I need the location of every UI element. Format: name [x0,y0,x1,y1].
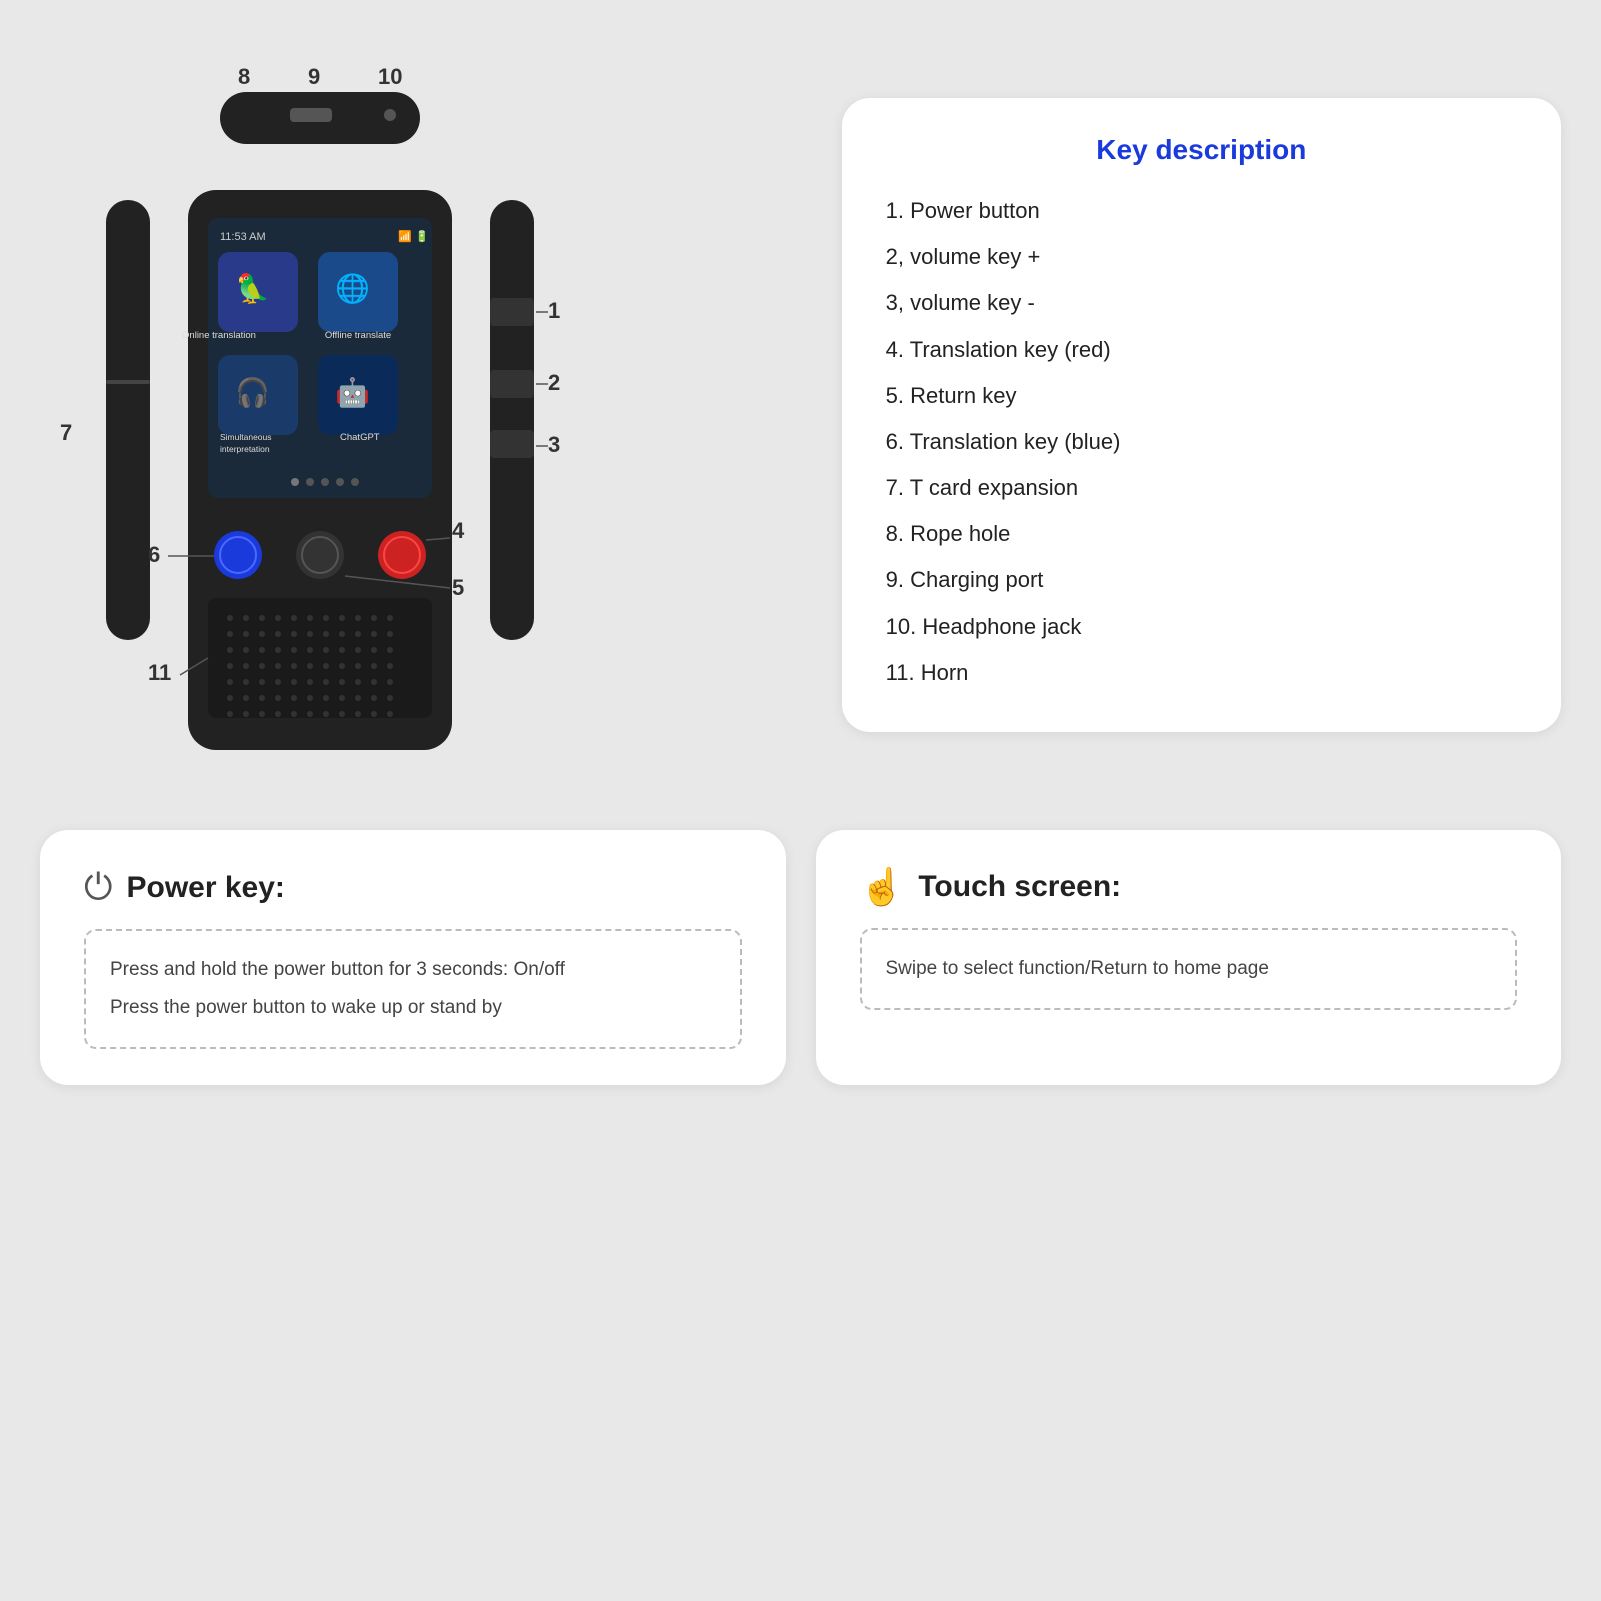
status-battery: 🔋 [415,230,429,243]
bottom-section: ⏻ Power key: Press and hold the power bu… [40,830,1561,1085]
label-4-text: 4 [452,518,465,543]
label-10: 10 [378,64,402,89]
online-trans-label: Online translation [182,330,256,341]
simultaneous-label: Simultaneous [220,432,272,442]
label-1: 1 [548,298,560,323]
label-7: 7 [60,420,72,445]
key-desc-item: 7. T card expansion [886,465,1517,511]
status-wifi: 📶 [398,230,412,243]
simultaneous-icon: 🎧 [235,376,270,409]
chatgpt-label: ChatGPT [340,432,380,443]
simultaneous-label2: interpretation [220,444,270,454]
device-diagram-area: 8 9 10 7 1 2 3 [40,40,812,790]
label-5-text: 5 [452,575,464,600]
key-desc-item: 4. Translation key (red) [886,327,1517,373]
key-desc-item: 3, volume key - [886,280,1517,326]
key-desc-item: 6. Translation key (blue) [886,419,1517,465]
key-description-card: Key description 1. Power button2, volume… [842,98,1561,732]
key-desc-item: 9. Charging port [886,557,1517,603]
label-11-text: 11 [148,660,171,685]
chatgpt-icon: 🤖 [335,376,370,409]
touch-screen-body: Swipe to select function/Return to home … [860,928,1518,1010]
key-desc-list: 1. Power button2, volume key +3, volume … [886,188,1517,696]
online-translation-icon: 🦜 [235,271,270,305]
touch-screen-card: ☝ Touch screen: Swipe to select function… [816,830,1562,1085]
blue-translation-btn [214,531,262,579]
dot-4 [336,478,344,486]
vol-minus-shape [490,430,534,458]
dot-1 [291,478,299,486]
label-3: 3 [548,432,560,457]
power-button-shape [490,298,534,326]
key-desc-item: 5. Return key [886,373,1517,419]
tcard-slot [106,380,150,384]
red-translation-btn [378,531,426,579]
headphone-jack-hole [384,109,396,121]
touch-screen-header: ☝ Touch screen: [860,866,1518,908]
label-9: 9 [308,64,320,89]
right-side-shape [490,200,534,640]
power-key-body: Press and hold the power button for 3 se… [84,929,742,1049]
key-desc-item: 10. Headphone jack [886,604,1517,650]
left-side-shape [106,200,150,640]
return-btn [296,531,344,579]
speaker-grille-bg [208,598,432,718]
power-key-header: ⏻ Power key: [84,866,742,909]
power-key-title: Power key: [126,871,284,905]
vol-plus-shape [490,370,534,398]
label-2: 2 [548,370,560,395]
key-desc-item: 2, volume key + [886,234,1517,280]
touch-screen-title: Touch screen: [918,870,1121,904]
key-desc-item: 1. Power button [886,188,1517,234]
key-desc-item: 11. Horn [886,650,1517,696]
dot-5 [351,478,359,486]
offline-translate-icon: 🌐 [335,272,370,305]
label-6-text: 6 [148,542,160,567]
key-desc-title: Key description [886,134,1517,166]
key-desc-item: 8. Rope hole [886,511,1517,557]
label-8: 8 [238,64,250,89]
power-key-line: Press and hold the power button for 3 se… [110,951,716,989]
power-key-line: Press the power button to wake up or sta… [110,989,716,1027]
device-diagram: 8 9 10 7 1 2 3 [40,40,720,790]
touch-screen-line: Swipe to select function/Return to home … [886,950,1492,988]
usb-port [290,108,332,122]
power-key-card: ⏻ Power key: Press and hold the power bu… [40,830,786,1085]
dot-3 [321,478,329,486]
power-icon: ⏻ [84,866,112,909]
offline-trans-label: Offline translate [325,330,391,341]
status-time: 11:53 AM [220,231,266,243]
touch-icon: ☝ [860,866,905,908]
dot-2 [306,478,314,486]
